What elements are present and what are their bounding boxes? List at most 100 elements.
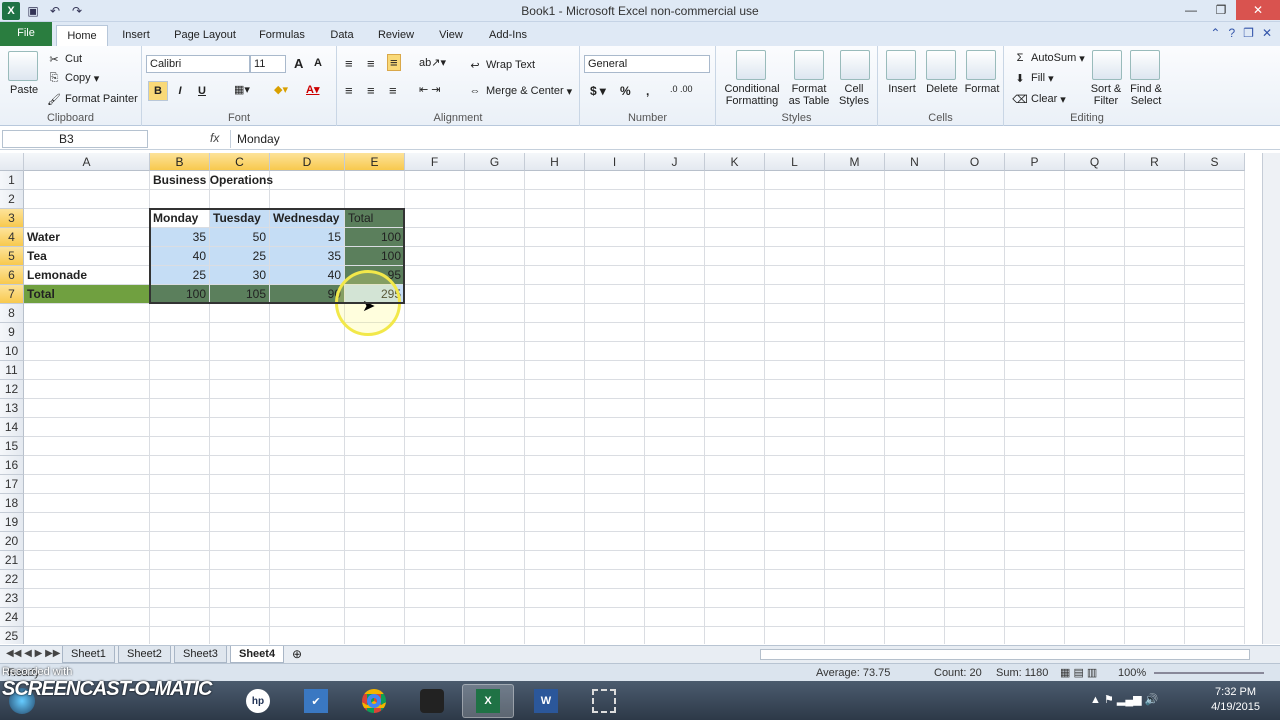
tab-data[interactable]: Data xyxy=(322,25,362,46)
find-select-icon[interactable] xyxy=(1130,50,1160,80)
cell-c23[interactable] xyxy=(210,589,270,608)
cell-s12[interactable] xyxy=(1185,380,1245,399)
cell-i1[interactable] xyxy=(585,171,645,190)
cell-k7[interactable] xyxy=(705,285,765,304)
cell-m10[interactable] xyxy=(825,342,885,361)
row-header-22[interactable]: 22 xyxy=(0,570,24,589)
vertical-scrollbar[interactable] xyxy=(1262,153,1280,644)
cell-n10[interactable] xyxy=(885,342,945,361)
cell-s5[interactable] xyxy=(1185,247,1245,266)
cell-j2[interactable] xyxy=(645,190,705,209)
cell-l24[interactable] xyxy=(765,608,825,627)
cell-e3[interactable]: Total xyxy=(345,209,405,228)
cell-j14[interactable] xyxy=(645,418,705,437)
cell-r9[interactable] xyxy=(1125,323,1185,342)
autosum-button[interactable]: Σ AutoSum ▾ xyxy=(1012,50,1085,66)
cell-b14[interactable] xyxy=(150,418,210,437)
cell-r14[interactable] xyxy=(1125,418,1185,437)
cell-j18[interactable] xyxy=(645,494,705,513)
cell-h11[interactable] xyxy=(525,361,585,380)
cell-h10[interactable] xyxy=(525,342,585,361)
paste-button[interactable]: Paste xyxy=(10,84,38,96)
cell-f3[interactable] xyxy=(405,209,465,228)
cell-n22[interactable] xyxy=(885,570,945,589)
cell-o24[interactable] xyxy=(945,608,1005,627)
cell-f19[interactable] xyxy=(405,513,465,532)
column-header-e[interactable]: E xyxy=(345,153,405,171)
cell-d12[interactable] xyxy=(270,380,345,399)
cell-j20[interactable] xyxy=(645,532,705,551)
row-header-20[interactable]: 20 xyxy=(0,532,24,551)
italic-button[interactable]: I xyxy=(170,81,190,101)
cell-m23[interactable] xyxy=(825,589,885,608)
cell-a16[interactable] xyxy=(24,456,150,475)
cell-e18[interactable] xyxy=(345,494,405,513)
cell-k4[interactable] xyxy=(705,228,765,247)
cell-j15[interactable] xyxy=(645,437,705,456)
row-header-17[interactable]: 17 xyxy=(0,475,24,494)
cell-f18[interactable] xyxy=(405,494,465,513)
cell-o12[interactable] xyxy=(945,380,1005,399)
cell-e20[interactable] xyxy=(345,532,405,551)
grow-font-icon[interactable]: A xyxy=(294,56,303,71)
cell-c13[interactable] xyxy=(210,399,270,418)
align-right-icon[interactable]: ≡ xyxy=(389,83,397,98)
cell-o6[interactable] xyxy=(945,266,1005,285)
cell-m20[interactable] xyxy=(825,532,885,551)
cell-q19[interactable] xyxy=(1065,513,1125,532)
sort-filter-button[interactable]: Sort & Filter xyxy=(1084,83,1128,107)
cell-d3[interactable]: Wednesday xyxy=(270,209,345,228)
cell-h17[interactable] xyxy=(525,475,585,494)
cell-r6[interactable] xyxy=(1125,266,1185,285)
cell-b15[interactable] xyxy=(150,437,210,456)
cell-c14[interactable] xyxy=(210,418,270,437)
cell-q12[interactable] xyxy=(1065,380,1125,399)
cell-m6[interactable] xyxy=(825,266,885,285)
cell-i12[interactable] xyxy=(585,380,645,399)
capture-taskbar-button[interactable] xyxy=(578,684,630,718)
cell-h15[interactable] xyxy=(525,437,585,456)
cell-m5[interactable] xyxy=(825,247,885,266)
cell-r22[interactable] xyxy=(1125,570,1185,589)
cell-j23[interactable] xyxy=(645,589,705,608)
cell-i11[interactable] xyxy=(585,361,645,380)
borders-icon[interactable]: ▦▾ xyxy=(234,83,250,96)
cell-i22[interactable] xyxy=(585,570,645,589)
cell-s24[interactable] xyxy=(1185,608,1245,627)
cell-i7[interactable] xyxy=(585,285,645,304)
column-header-m[interactable]: M xyxy=(825,153,885,171)
cell-q14[interactable] xyxy=(1065,418,1125,437)
cell-q13[interactable] xyxy=(1065,399,1125,418)
merge-center-button[interactable]: ⇔ Merge & Center ▾ xyxy=(467,83,573,99)
cell-b6[interactable]: 25 xyxy=(150,266,210,285)
cell-c22[interactable] xyxy=(210,570,270,589)
cell-c9[interactable] xyxy=(210,323,270,342)
cell-m9[interactable] xyxy=(825,323,885,342)
cell-h14[interactable] xyxy=(525,418,585,437)
cell-b1[interactable]: Business Operations xyxy=(150,171,273,190)
cell-p17[interactable] xyxy=(1005,475,1065,494)
cell-g3[interactable] xyxy=(465,209,525,228)
cell-m7[interactable] xyxy=(825,285,885,304)
cell-k20[interactable] xyxy=(705,532,765,551)
cell-q24[interactable] xyxy=(1065,608,1125,627)
cell-n21[interactable] xyxy=(885,551,945,570)
column-header-j[interactable]: J xyxy=(645,153,705,171)
cell-m12[interactable] xyxy=(825,380,885,399)
cell-g13[interactable] xyxy=(465,399,525,418)
cell-d19[interactable] xyxy=(270,513,345,532)
cell-c2[interactable] xyxy=(210,190,270,209)
cell-c8[interactable] xyxy=(210,304,270,323)
sheet-tab-1[interactable]: Sheet1 xyxy=(62,646,115,663)
cell-s3[interactable] xyxy=(1185,209,1245,228)
new-sheet-icon[interactable]: ⊕ xyxy=(292,647,302,661)
cell-j6[interactable] xyxy=(645,266,705,285)
cell-f6[interactable] xyxy=(405,266,465,285)
tab-review[interactable]: Review xyxy=(372,25,420,46)
cell-k25[interactable] xyxy=(705,627,765,644)
cell-c3[interactable]: Tuesday xyxy=(210,209,270,228)
paste-icon[interactable] xyxy=(8,51,38,81)
cell-i4[interactable] xyxy=(585,228,645,247)
cell-a12[interactable] xyxy=(24,380,150,399)
fill-button[interactable]: ⬇ Fill ▾ xyxy=(1012,70,1053,86)
